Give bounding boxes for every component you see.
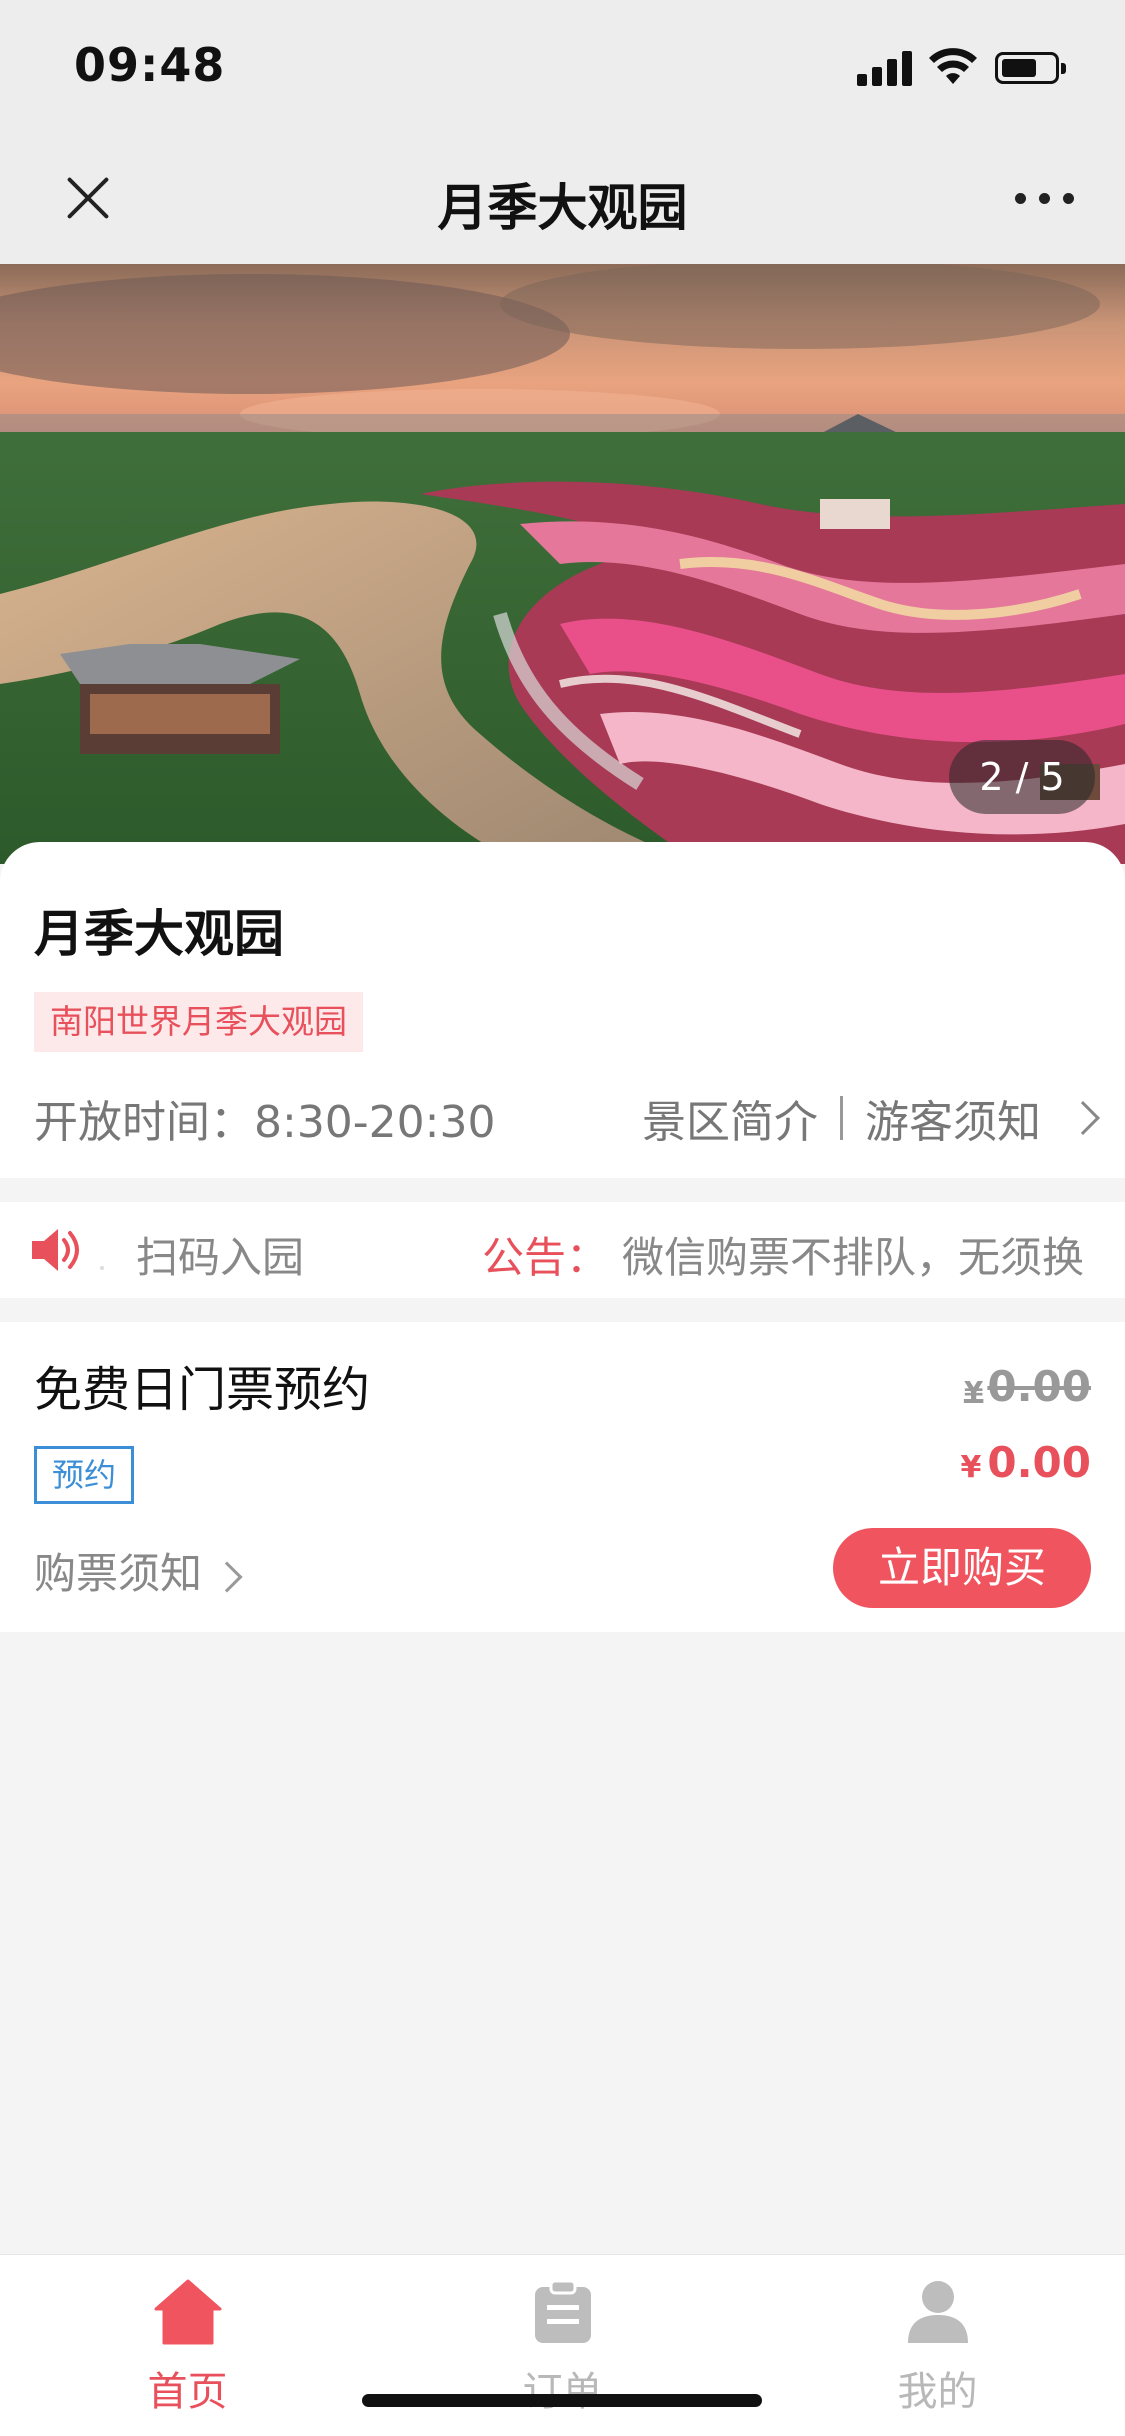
tab-orders-label: 订单 xyxy=(522,2369,603,2415)
tab-bar: 首页 订单 我的 xyxy=(0,2254,1125,2436)
original-price-value: 0.00 xyxy=(987,1362,1091,1411)
carousel-page-indicator: 2 / 5 xyxy=(949,740,1095,814)
chevron-right-icon xyxy=(1066,1101,1100,1135)
ticket-name: 免费日门票预约 xyxy=(34,1362,371,1418)
wifi-icon xyxy=(929,48,977,84)
battery-icon xyxy=(995,52,1066,84)
more-dots-icon xyxy=(1015,193,1026,204)
intro-links[interactable]: 景区简介 游客须知 xyxy=(642,1086,1100,1148)
notice-label: 公告： xyxy=(482,1233,609,1282)
cellular-signal-icon xyxy=(857,48,913,86)
tab-mine[interactable]: 我的 xyxy=(750,2255,1125,2436)
current-price-value: 0.00 xyxy=(987,1438,1091,1487)
hero-carousel[interactable]: 2 / 5 xyxy=(0,264,1125,864)
scenic-name: 月季大观园 xyxy=(34,905,284,963)
original-price-symbol: ¥ xyxy=(963,1375,984,1408)
clipboard-icon xyxy=(535,2279,591,2343)
status-icons xyxy=(857,48,1077,88)
scenic-tag: 南阳世界月季大观园 xyxy=(34,992,363,1052)
home-indicator[interactable] xyxy=(362,2394,762,2407)
status-time: 09:48 xyxy=(74,38,226,92)
scenic-info-card: 月季大观园 南阳世界月季大观园 开放时间：8:30-20:30 景区简介 游客须知 xyxy=(0,842,1125,1178)
tab-home[interactable]: 首页 xyxy=(0,2255,375,2436)
status-bar: 09:48 xyxy=(0,0,1125,132)
home-icon xyxy=(154,2279,222,2345)
purchase-notice-label: 购票须知 xyxy=(34,1549,203,1598)
visitor-notice-link[interactable]: 游客须知 xyxy=(865,1097,1041,1148)
current-price: ¥0.00 xyxy=(960,1438,1091,1487)
reserve-tag: 预约 xyxy=(34,1446,134,1504)
notice-bar[interactable]: 扫码入园 公告： 微信购票不排队，无须换 xyxy=(0,1202,1125,1298)
notice-text: 微信购票不排队，无须换 xyxy=(622,1233,1085,1282)
open-hours: 开放时间：8:30-20:30 xyxy=(34,1097,496,1148)
ticket-card: 免费日门票预约 ¥0.00 预约 ¥0.00 购票须知 立即购买 xyxy=(0,1322,1125,1632)
chevron-right-icon xyxy=(211,1560,243,1593)
purchase-notice-link[interactable]: 购票须知 xyxy=(34,1540,243,1601)
buy-now-button[interactable]: 立即购买 xyxy=(833,1528,1091,1608)
tab-home-label: 首页 xyxy=(147,2369,228,2415)
page-title: 月季大观园 xyxy=(437,179,688,237)
speaker-icon xyxy=(32,1229,79,1271)
link-divider xyxy=(840,1096,843,1140)
tab-mine-label: 我的 xyxy=(897,2369,978,2415)
user-icon xyxy=(908,2281,968,2343)
nav-bar: 月季大观园 xyxy=(0,132,1125,264)
tab-orders[interactable]: 订单 xyxy=(375,2255,750,2436)
scenic-intro-link[interactable]: 景区简介 xyxy=(642,1097,818,1148)
notice-separator xyxy=(100,1266,104,1270)
original-price: ¥0.00 xyxy=(964,1362,1091,1411)
notice-scan-text: 扫码入园 xyxy=(136,1233,305,1282)
current-price-symbol: ¥ xyxy=(960,1450,982,1485)
more-options-button[interactable] xyxy=(995,168,1095,228)
